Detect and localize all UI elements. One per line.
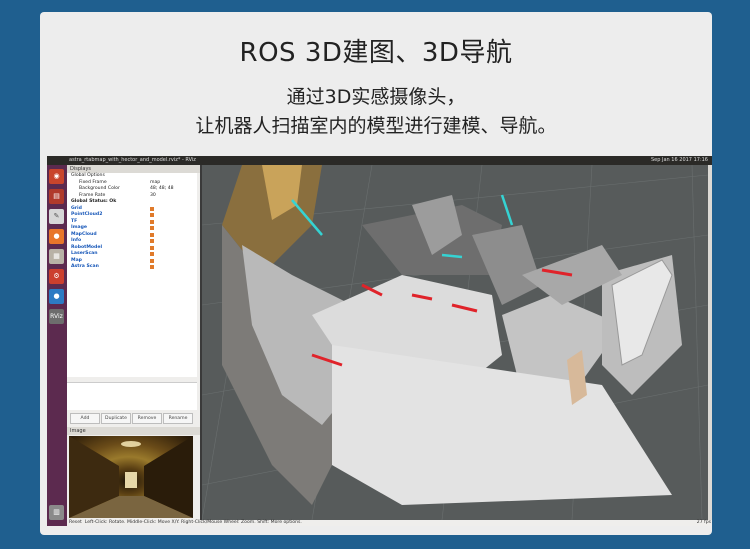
text-editor-icon[interactable]: ✎ xyxy=(49,209,64,224)
settings-icon[interactable]: ⚙ xyxy=(49,269,64,284)
add-button[interactable]: Add xyxy=(70,413,100,424)
enable-checkbox[interactable] xyxy=(150,232,154,237)
enable-checkbox[interactable] xyxy=(150,213,154,217)
image-panel-title: Image xyxy=(67,427,200,435)
enable-checkbox[interactable] xyxy=(150,219,154,224)
displays-button-row: Add Duplicate Remove Rename xyxy=(67,413,197,424)
software-icon[interactable]: ● xyxy=(49,289,64,304)
display-row[interactable]: Astra Scan xyxy=(67,264,197,271)
enable-checkbox[interactable] xyxy=(150,226,154,230)
rviz-screenshot: astra_rtabmap_with_hector_and_model.rviz… xyxy=(47,156,712,526)
rename-button[interactable]: Rename xyxy=(163,413,193,424)
display-row-label: Astra Scan xyxy=(71,264,99,269)
duplicate-button[interactable]: Duplicate xyxy=(101,413,131,424)
terminal-icon[interactable]: ▤ xyxy=(49,189,64,204)
left-dock: Displays Global Options Fixed Frame map Bac… xyxy=(67,165,200,520)
fps-readout: 27 fps xyxy=(696,520,711,525)
enable-checkbox[interactable] xyxy=(150,258,154,263)
trash-icon[interactable]: ▥ xyxy=(49,505,64,520)
enable-checkbox[interactable] xyxy=(150,245,154,250)
right-scrollbar[interactable] xyxy=(708,165,712,520)
enable-checkbox[interactable] xyxy=(150,239,154,243)
status-hint-text: Left-Click: Rotate. Middle-Click: Move X… xyxy=(84,520,302,525)
status-bar: Reset Left-Click: Rotate. Middle-Click: … xyxy=(67,520,712,526)
window-titlebar: astra_rtabmap_with_hector_and_model.rviz… xyxy=(47,156,712,165)
reset-button[interactable]: Reset xyxy=(69,520,82,525)
firefox-icon[interactable]: ● xyxy=(49,229,64,244)
enable-checkbox[interactable] xyxy=(150,206,154,211)
displays-tree[interactable]: Global Options Fixed Frame map Background C… xyxy=(67,173,197,377)
remove-button[interactable]: Remove xyxy=(132,413,162,424)
rviz-icon[interactable]: RViz xyxy=(49,309,64,324)
displays-panel-title: Displays xyxy=(67,165,200,173)
enable-checkbox[interactable] xyxy=(150,252,154,256)
enable-checkbox[interactable] xyxy=(150,265,154,269)
ubuntu-icon[interactable]: ◉ xyxy=(49,169,64,184)
files-icon[interactable]: ▦ xyxy=(49,249,64,264)
status-hint: Reset Left-Click: Rotate. Middle-Click: … xyxy=(69,520,302,526)
subtitle-line-2: 让机器人扫描室内的模型进行建模、导航。 xyxy=(195,115,557,137)
system-clock: Sep Jan 16 2017 17:16 xyxy=(651,157,708,163)
window-title: astra_rtabmap_with_hector_and_model.rviz… xyxy=(69,157,196,163)
camera-image xyxy=(69,436,193,518)
3d-viewport[interactable] xyxy=(202,165,708,520)
promo-card: ROS 3D建图、3D导航 通过3D实感摄像头， 让机器人扫描室内的模型进行建模… xyxy=(40,12,712,535)
launcher-bar: ◉ ▤ ✎ ● ▦ ⚙ ● RViz ▥ xyxy=(47,165,67,526)
subtitle-line-1: 通过3D实感摄像头， xyxy=(286,86,466,108)
display-description-box xyxy=(67,382,197,410)
page-title: ROS 3D建图、3D导航 xyxy=(239,38,513,68)
